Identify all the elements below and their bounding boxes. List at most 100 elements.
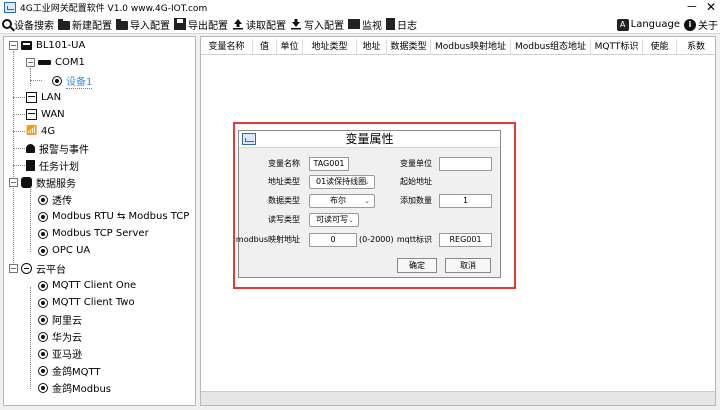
tree-node-aliyun[interactable]: 阿里云 <box>38 311 82 328</box>
column-header[interactable]: MQTT标识 <box>591 39 643 54</box>
tree-node-amazon[interactable]: 亚马逊 <box>38 345 82 362</box>
column-header[interactable]: 变量名称 <box>201 39 253 54</box>
modbus-map-label: modbus映射地址 <box>235 235 300 244</box>
language-icon: A <box>616 18 629 31</box>
data-type-select[interactable]: 布尔 ⌄ <box>309 194 375 208</box>
language-button[interactable]: A Language <box>615 16 682 33</box>
add-count-label: 添加数量 <box>400 196 432 205</box>
tree-node-alarm[interactable]: 报警与事件 <box>26 140 89 157</box>
upload-arrow-icon <box>232 18 244 30</box>
cancel-button[interactable]: 取消 <box>445 258 491 273</box>
add-count-input[interactable]: 1 <box>439 194 492 208</box>
gateway-icon <box>21 41 32 50</box>
variable-name-label: 变量名称 <box>268 159 300 168</box>
dialog-title: 变量属性 <box>345 132 394 146</box>
write-config-button[interactable]: 写入配置 <box>288 16 346 33</box>
dialog-title-bar: 变量属性 <box>239 131 500 148</box>
chevron-down-icon: ⌄ <box>364 178 370 186</box>
column-header[interactable]: 使能 <box>643 39 677 54</box>
tree-node-transparent[interactable]: 透传 <box>38 191 72 208</box>
lan-icon <box>26 92 37 103</box>
column-header[interactable]: Modbus组态地址 <box>511 39 591 54</box>
read-config-button[interactable]: 读取配置 <box>230 16 288 33</box>
config-tree: − BL101-UA − COM1 设备1 LAN WAN 📶 4G 报警与事件… <box>3 36 196 406</box>
service-icon <box>38 245 48 256</box>
window-title: 4G工业网关配置软件 V1.0 www.4G-IOT.com <box>20 4 208 14</box>
app-icon <box>4 2 16 13</box>
tree-node-mqtt-one[interactable]: MQTT Client One <box>38 277 136 294</box>
import-config-button[interactable]: 导入配置 <box>114 16 172 33</box>
tree-node-com1[interactable]: COM1 <box>38 54 85 71</box>
mqtt-id-label: mqtt标识 <box>396 235 432 244</box>
data-type-label: 数据类型 <box>268 196 300 205</box>
new-config-button[interactable]: 新建配置 <box>56 16 114 33</box>
app-icon <box>242 133 256 145</box>
tree-node-4g[interactable]: 📶 4G <box>26 123 55 140</box>
tree-node-wan[interactable]: WAN <box>26 106 65 123</box>
modbus-map-input[interactable]: 0 <box>309 233 357 247</box>
bell-icon <box>26 144 35 153</box>
variable-unit-input[interactable] <box>439 157 492 171</box>
variable-name-input[interactable]: TAG001 <box>309 157 349 171</box>
modbus-map-range: (0-2000) <box>359 235 394 244</box>
tree-node-jinge-modbus[interactable]: 金鸽Modbus <box>38 379 111 396</box>
folder-icon <box>58 18 70 30</box>
tree-node-data-service[interactable]: 数据服务 <box>21 174 76 191</box>
log-icon <box>386 18 395 30</box>
expand-toggle-root[interactable]: − <box>9 41 18 50</box>
export-config-button[interactable]: 导出配置 <box>172 16 230 33</box>
tree-node-modbus-tcp-server[interactable]: Modbus TCP Server <box>38 225 149 242</box>
monitor-icon <box>348 19 360 29</box>
column-header[interactable]: 系数 <box>677 39 715 54</box>
tree-node-huawei[interactable]: 华为云 <box>38 328 82 345</box>
variable-unit-label: 变量单位 <box>400 159 432 168</box>
service-icon <box>38 194 48 205</box>
toolbar: 设备搜索 新建配置 导入配置 导出配置 读取配置 写入配置 监视 日志 A La… <box>0 15 720 34</box>
tree-node-cloud[interactable]: 云平台 <box>21 260 66 277</box>
start-address-label: 起始地址 <box>400 177 432 186</box>
tree-node-lan[interactable]: LAN <box>26 89 61 106</box>
chevron-down-icon: ⌄ <box>348 216 354 224</box>
mqtt-id-input[interactable]: REG001 <box>439 233 492 247</box>
expand-toggle-cloud[interactable]: − <box>9 264 18 273</box>
address-type-select[interactable]: 01读保持线圈 ⌄ <box>309 175 375 189</box>
tree-node-modbus-rtu-tcp[interactable]: Modbus RTU ⇆ Modbus TCP <box>38 208 189 225</box>
tree-node-opc-ua[interactable]: OPC UA <box>38 242 90 259</box>
service-icon <box>38 211 48 222</box>
rw-type-select[interactable]: 可读可写 ⌄ <box>309 213 359 227</box>
about-button[interactable]: i 关于 <box>682 16 720 33</box>
tree-node-jinge-mqtt[interactable]: 金鸽MQTT <box>38 362 101 379</box>
expand-toggle-com1[interactable]: − <box>26 58 35 67</box>
tree-node-root[interactable]: BL101-UA <box>21 37 85 54</box>
column-header[interactable]: 地址 <box>357 39 387 54</box>
close-button[interactable]: ✕ <box>706 0 716 14</box>
service-icon <box>38 314 48 325</box>
monitor-button[interactable]: 监视 <box>346 16 384 33</box>
database-icon <box>21 177 32 188</box>
tree-node-mqtt-two[interactable]: MQTT Client Two <box>38 294 135 311</box>
tree-node-device1[interactable]: 设备1 <box>52 72 93 89</box>
address-type-label: 地址类型 <box>268 177 300 186</box>
antenna-icon: 📶 <box>26 126 38 136</box>
service-icon <box>38 228 48 239</box>
info-icon: i <box>684 18 696 31</box>
ok-button[interactable]: 确定 <box>397 258 437 273</box>
service-icon <box>38 348 48 359</box>
table-header: 变量名称 值 单位 地址类型 地址 数据类型 Modbus映射地址 Modbus… <box>201 39 715 55</box>
service-icon <box>38 297 48 308</box>
device-search-button[interactable]: 设备搜索 <box>0 16 56 33</box>
service-icon <box>38 331 48 342</box>
minimize-button[interactable]: － <box>686 0 698 14</box>
service-icon <box>38 280 48 291</box>
expand-toggle-data-service[interactable]: − <box>9 178 18 187</box>
column-header[interactable]: 数据类型 <box>387 39 431 54</box>
column-header[interactable]: 值 <box>253 39 277 54</box>
log-button[interactable]: 日志 <box>384 16 419 33</box>
tree-node-task[interactable]: 任务计划 <box>26 157 79 174</box>
horizontal-scrollbar[interactable] <box>201 391 715 405</box>
column-header[interactable]: Modbus映射地址 <box>431 39 511 54</box>
title-bar: 4G工业网关配置软件 V1.0 www.4G-IOT.com － ✕ <box>0 0 720 15</box>
column-header[interactable]: 地址类型 <box>303 39 357 54</box>
column-header[interactable]: 单位 <box>277 39 303 54</box>
cloud-icon <box>21 263 32 274</box>
